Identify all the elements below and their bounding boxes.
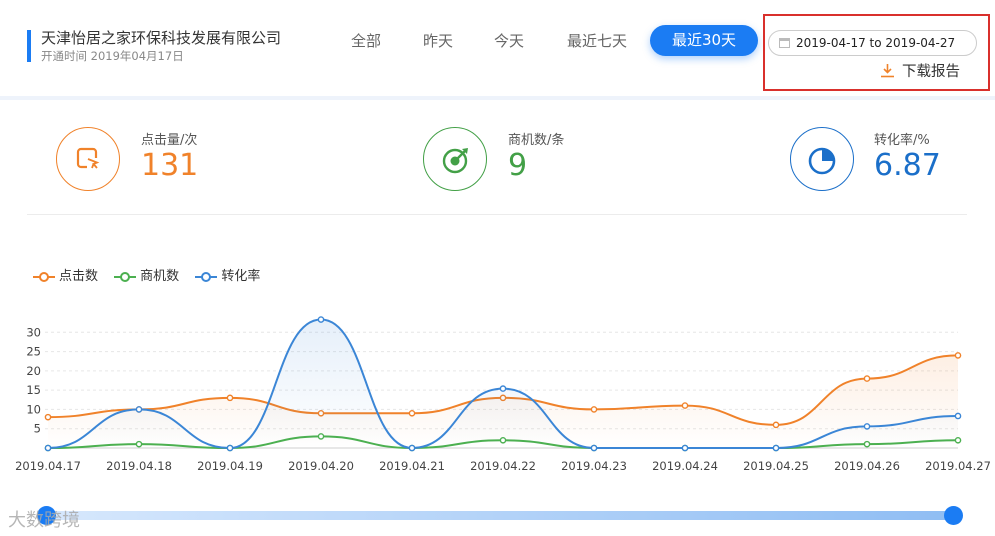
leads-value: 9 xyxy=(508,148,528,183)
data-point-2 xyxy=(44,444,52,452)
legend-item-clicks[interactable]: 点击数 xyxy=(33,265,98,284)
legend-marker-leads xyxy=(114,271,137,282)
data-point-2 xyxy=(499,385,507,392)
x-tick-label: 2019.04.21 xyxy=(379,459,445,473)
section-divider xyxy=(27,214,967,215)
data-point-0 xyxy=(863,375,871,382)
data-point-2 xyxy=(135,406,143,413)
tab-all[interactable]: 全部 xyxy=(351,30,381,51)
legend-marker-conversion xyxy=(195,271,218,282)
legend-marker-clicks xyxy=(33,271,55,282)
conversion-value: 6.87 xyxy=(874,148,941,183)
header: 天津怡居之家环保科技发展有限公司 开通时间 2019年04月17日 全部 昨天 … xyxy=(0,0,995,100)
y-tick-label: 5 xyxy=(34,422,41,436)
data-point-2 xyxy=(226,444,234,452)
data-point-2 xyxy=(590,444,598,452)
x-tick-label: 2019.04.18 xyxy=(106,459,172,473)
chart-legend: 点击数 商机数 转化率 xyxy=(33,265,272,284)
date-range-input[interactable]: 2019-04-17 to 2019-04-27 xyxy=(768,30,977,56)
download-icon xyxy=(881,64,894,78)
y-tick-label: 25 xyxy=(26,345,41,359)
trend-line-chart: 5 10 15 20 25 30 2019.04.17 2019.04.18 2019.04.1… xyxy=(15,316,991,473)
tab-today[interactable]: 今天 xyxy=(494,30,524,51)
x-tick-label: 2019.04.25 xyxy=(743,459,809,473)
x-tick-label: 2019.04.19 xyxy=(197,459,263,473)
legend-label-conversion: 转化率 xyxy=(221,269,261,284)
data-point-2 xyxy=(408,444,416,452)
legend-item-leads[interactable]: 商机数 xyxy=(114,265,179,284)
legend-item-conversion[interactable]: 转化率 xyxy=(195,265,260,284)
x-tick-label: 2019.04.24 xyxy=(652,459,718,473)
conversion-label: 转化率/% xyxy=(874,133,930,148)
download-label: 下载报告 xyxy=(902,64,960,80)
data-point-0 xyxy=(408,409,416,417)
x-tick-label: 2019.04.23 xyxy=(561,459,627,473)
target-icon xyxy=(442,148,468,174)
conversion-stat-circle xyxy=(790,127,854,191)
data-point-2 xyxy=(681,444,689,452)
company-name: 天津怡居之家环保科技发展有限公司 xyxy=(41,29,282,47)
watermark: 大数跨境 xyxy=(8,510,80,531)
y-tick-label: 20 xyxy=(26,364,41,378)
pie-icon xyxy=(808,147,836,175)
legend-label-leads: 商机数 xyxy=(140,269,180,284)
data-point-0 xyxy=(590,406,598,413)
data-point-2 xyxy=(772,444,780,452)
data-point-0 xyxy=(954,352,962,359)
x-tick-label: 2019.04.26 xyxy=(834,459,900,473)
x-tick-label: 2019.04.27 xyxy=(925,459,991,473)
click-icon xyxy=(76,147,100,169)
legend-label-clicks: 点击数 xyxy=(59,269,99,284)
clicks-stat-circle xyxy=(56,127,120,191)
zoom-handle-end[interactable] xyxy=(944,506,963,525)
zoom-slider-track[interactable] xyxy=(40,511,955,520)
y-tick-label: 15 xyxy=(26,383,41,397)
data-point-0 xyxy=(772,421,780,429)
data-point-2 xyxy=(954,412,962,420)
leads-label: 商机数/条 xyxy=(508,133,565,148)
data-point-0 xyxy=(226,394,234,402)
data-point-2 xyxy=(317,316,325,323)
y-tick-label: 10 xyxy=(26,402,41,416)
y-tick-label: 30 xyxy=(26,325,41,339)
data-point-0 xyxy=(681,402,689,409)
opened-date: 开通时间 2019年04月17日 xyxy=(41,49,184,63)
leads-stat-circle xyxy=(423,127,487,191)
x-tick-label: 2019.04.20 xyxy=(288,459,354,473)
tab-last-7-days[interactable]: 最近七天 xyxy=(567,30,627,51)
x-tick-label: 2019.04.22 xyxy=(470,459,536,473)
download-report-button[interactable]: 下载报告 xyxy=(879,60,960,81)
tab-last-30-days[interactable]: 最近30天 xyxy=(650,25,758,56)
data-point-2 xyxy=(863,423,871,430)
tab-yesterday[interactable]: 昨天 xyxy=(423,30,453,51)
report-page: 天津怡居之家环保科技发展有限公司 开通时间 2019年04月17日 全部 昨天 … xyxy=(0,0,995,536)
x-tick-label: 2019.04.17 xyxy=(15,459,81,473)
date-range-value: 2019-04-17 to 2019-04-27 xyxy=(796,36,956,50)
clicks-label: 点击量/次 xyxy=(141,133,198,148)
title-accent-bar xyxy=(27,30,31,62)
data-point-0 xyxy=(44,413,52,421)
calendar-icon xyxy=(779,38,790,48)
clicks-value: 131 xyxy=(141,148,199,183)
